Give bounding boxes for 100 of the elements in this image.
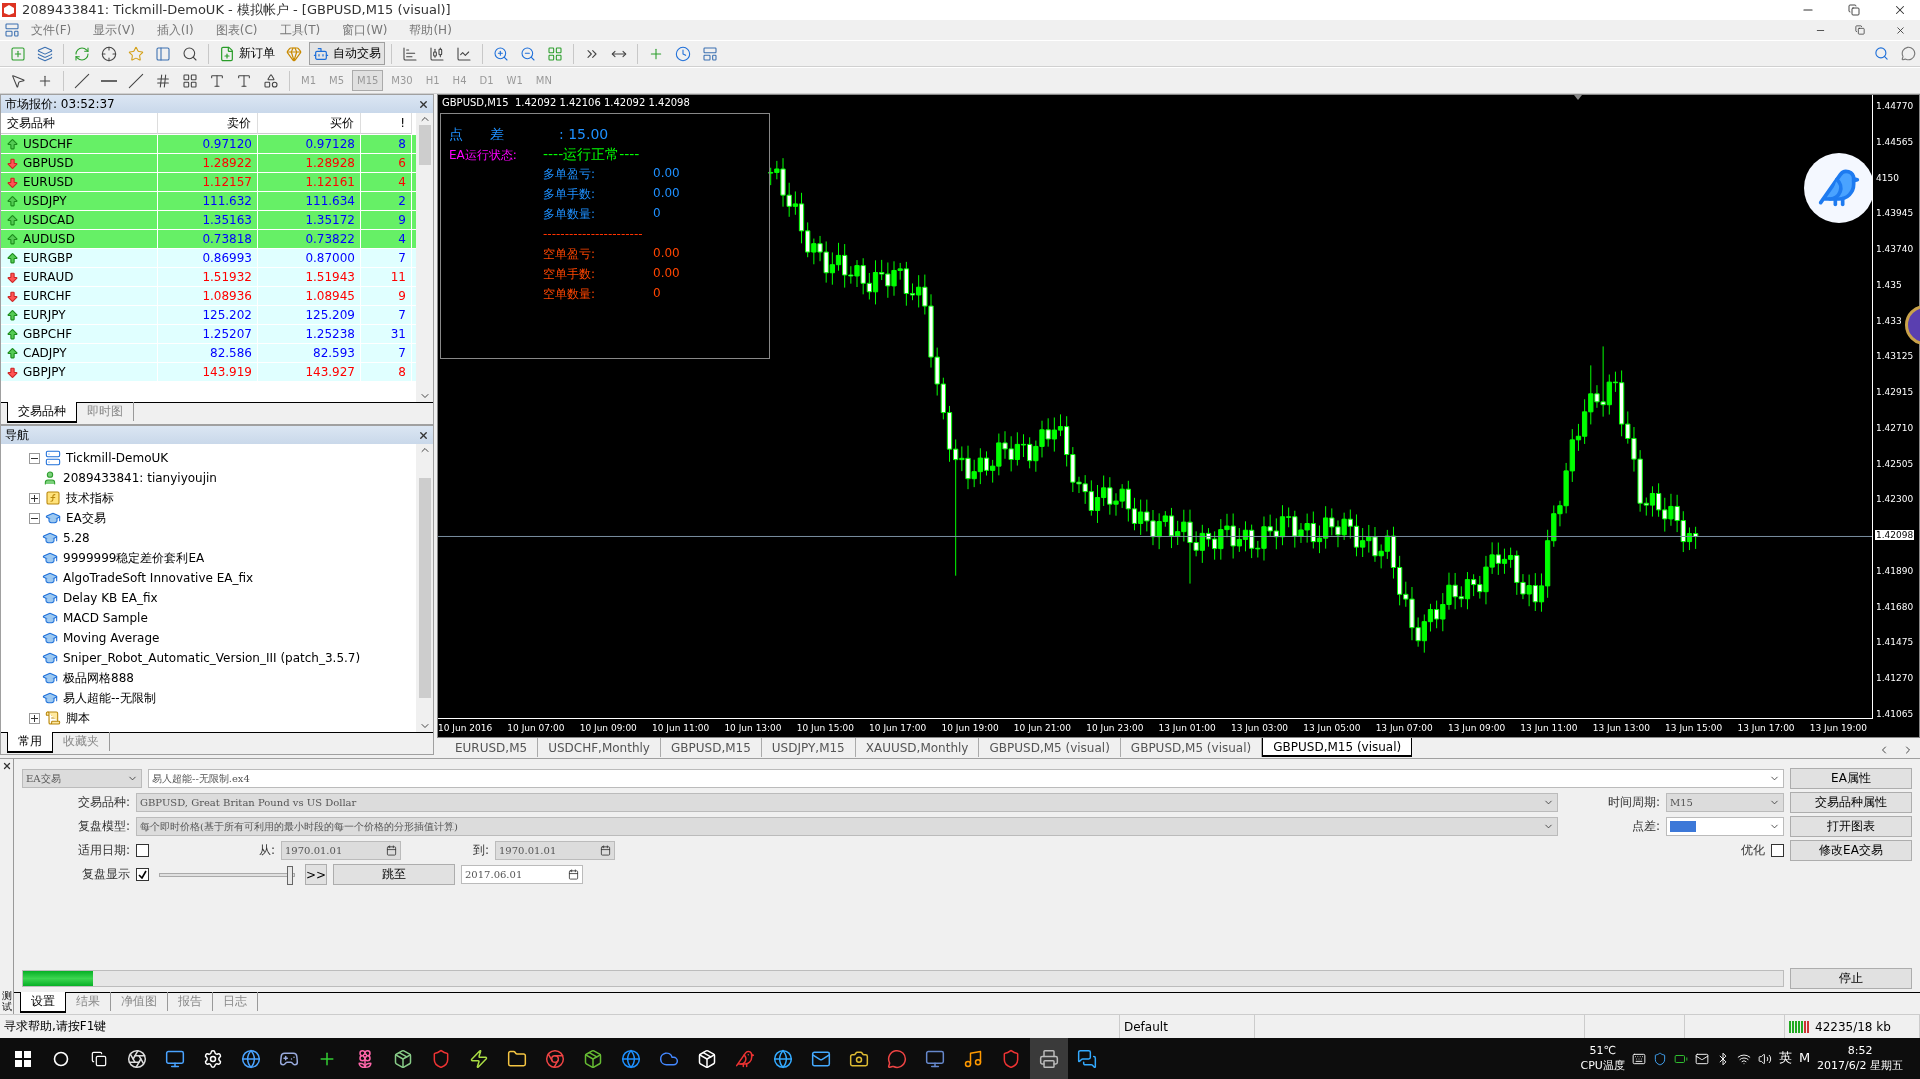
menu-item[interactable]: 图表(C)	[204, 21, 269, 39]
menu-item[interactable]: 工具(T)	[268, 21, 332, 39]
date-field[interactable]: 2017.06.01	[461, 865, 583, 884]
symbol-select[interactable]: GBPUSD, Great Britan Pound vs US Dollar	[136, 793, 1558, 812]
expert-type-select[interactable]: EA交易	[22, 769, 142, 788]
price-label: 1.41065	[1875, 708, 1915, 719]
status-value: ----运行正常----	[543, 146, 641, 164]
field-label: 时间周期:	[1606, 794, 1660, 811]
quote-row[interactable]: EURJPY 125.202 125.209 7	[1, 306, 416, 325]
stat-label: 空单数量:	[543, 286, 597, 303]
panel-title: 市场报价: 03:52:37	[5, 95, 115, 113]
tree-item[interactable]: 2089433841: tianyiyoujin	[63, 471, 217, 485]
tree-item[interactable]: Sniper_Robot_Automatic_Version_III (patch_3.5.7)	[63, 651, 361, 665]
column-header[interactable]: 交易品种	[1, 113, 158, 134]
open-chart-button[interactable]: 打开图表	[1790, 816, 1912, 837]
chart-tab[interactable]: USDCHF,Monthly	[538, 738, 661, 757]
menu-item[interactable]: 文件(F)	[20, 21, 83, 39]
quote-row[interactable]: GBPUSD 1.28922 1.28928 6	[1, 154, 416, 173]
quote-row[interactable]: EURCHF 1.08936 1.08945 9	[1, 287, 416, 306]
time-label: 13 Jun 13:00	[1592, 723, 1650, 733]
ime-mode-indicator[interactable]: M	[1798, 1050, 1811, 1067]
column-header[interactable]: 卖价	[158, 113, 258, 134]
goto-button[interactable]: 跳至	[333, 864, 455, 885]
ask-cell: 125.209	[258, 306, 361, 324]
new-order-button[interactable]: 新订单	[215, 42, 279, 65]
tree-item[interactable]: EA交易	[66, 509, 106, 527]
spread-cell: 6	[361, 154, 412, 172]
stat-label: 空单手数:	[543, 266, 597, 283]
symbol-text: USDCHF	[23, 137, 73, 151]
field-label: 适用日期:	[76, 842, 130, 859]
date-field[interactable]: 1970.01.01	[281, 841, 401, 860]
skip-button[interactable]: >>	[305, 864, 327, 885]
spread-label: 点 差	[449, 126, 505, 144]
time-label: 13 Jun 09:00	[1448, 723, 1506, 733]
clock[interactable]: 8:52 2017/6/2 星期五	[1817, 1044, 1903, 1073]
tab[interactable]: 交易品种	[7, 402, 77, 423]
tree-item[interactable]: 脚本	[66, 709, 90, 727]
ask-cell: 1.08945	[258, 287, 361, 305]
expert-select[interactable]: 易人超能--无限制.ex4	[148, 769, 1784, 788]
chart-tab[interactable]: USDJPY,M15	[761, 738, 856, 757]
time-label: 10 Jun 09:00	[579, 723, 637, 733]
column-header[interactable]: 买价	[258, 113, 361, 134]
tab[interactable]: 常用	[7, 732, 53, 753]
tree-item[interactable]: 9999999稳定差价套利EA	[63, 549, 205, 567]
period-select[interactable]: M15	[1666, 793, 1784, 812]
tree-item[interactable]: 极品网格888	[63, 669, 134, 687]
tree-item[interactable]: AlgoTradeSoft Innovative EA_fix	[63, 571, 254, 585]
menu-item[interactable]: 显示(V)	[82, 21, 146, 39]
spread-cell: 2	[361, 192, 412, 210]
column-header[interactable]: !	[361, 113, 412, 134]
quote-row[interactable]: EURGBP 0.86993 0.87000 7	[1, 249, 416, 268]
stat-value: 0	[653, 206, 662, 222]
tree-item[interactable]: 5.28	[63, 531, 90, 545]
chart-tab[interactable]: GBPUSD,M5 (visual)	[979, 738, 1121, 757]
price-label: 1.41270	[1875, 673, 1915, 683]
ime-indicator[interactable]: 英	[1778, 1050, 1792, 1067]
auto-trading-button[interactable]: 自动交易	[309, 42, 385, 65]
chart-tab[interactable]: EURUSD,M5	[445, 738, 539, 757]
expert-properties-button[interactable]: EA属性	[1790, 768, 1912, 789]
quote-row[interactable]: EURAUD 1.51932 1.51943 11	[1, 268, 416, 287]
menu-item[interactable]: 插入(I)	[145, 21, 205, 39]
tree-item[interactable]: 技术指标	[66, 489, 114, 507]
chart-tab[interactable]: GBPUSD,M15 (visual)	[1262, 738, 1413, 757]
tree-item[interactable]: 易人超能--无限制	[63, 689, 156, 707]
menu-item[interactable]: 窗口(W)	[331, 21, 399, 39]
status-text: 寻求帮助,请按F1键	[4, 1018, 107, 1035]
quote-row[interactable]: USDCHF 0.97120 0.97128 8	[1, 135, 416, 154]
spread-cell: 7	[361, 249, 412, 267]
bid-cell: 0.73818	[158, 230, 258, 248]
symbol-text: CADJPY	[23, 346, 67, 360]
quote-row[interactable]: USDJPY 111.632 111.634 2	[1, 192, 416, 211]
tab[interactable]: 设置	[20, 992, 66, 1013]
tree-item[interactable]: Delay KB EA_fix	[63, 591, 158, 605]
date-field[interactable]: 1970.01.01	[495, 841, 615, 860]
quote-row[interactable]: CADJPY 82.586 82.593 7	[1, 344, 416, 363]
symbol-text: USDCAD	[23, 213, 75, 227]
tree-item[interactable]: Moving Average	[63, 631, 160, 645]
quote-row[interactable]: GBPCHF 1.25207 1.25238 31	[1, 325, 416, 344]
stop-button[interactable]: 停止	[1790, 968, 1912, 989]
symbol-text: EURJPY	[23, 308, 66, 322]
field-label: 复盘模型:	[76, 818, 130, 835]
ask-cell: 1.28928	[258, 154, 361, 172]
price-label: 1.43740	[1875, 244, 1915, 254]
time-label: 13 Jun 05:00	[1303, 723, 1361, 733]
quote-row[interactable]: AUDUSD 0.73818 0.73822 4	[1, 230, 416, 249]
quote-row[interactable]: GBPJPY 143.919 143.927 8	[1, 363, 416, 382]
chart-tab[interactable]: XAUUSD,Monthly	[855, 738, 980, 757]
quote-row[interactable]: USDCAD 1.35163 1.35172 9	[1, 211, 416, 230]
chart-tab[interactable]: GBPUSD,M15	[660, 738, 762, 757]
time-label: 10 Jun 17:00	[869, 723, 927, 733]
symbol-properties-button[interactable]: 交易品种属性	[1790, 792, 1912, 813]
tree-item[interactable]: Tickmill-DemoUK	[66, 451, 169, 465]
model-select[interactable]: 每个即时价格(基于所有可利用的最小时段的每一个价格的分形插值计算)	[136, 817, 1558, 836]
quote-row[interactable]: EURUSD 1.12157 1.12161 4	[1, 173, 416, 192]
field-label: 到:	[471, 842, 489, 859]
ask-cell: 1.35172	[258, 211, 361, 229]
stat-value: 0	[653, 286, 662, 302]
tree-item[interactable]: MACD Sample	[63, 611, 148, 625]
modify-expert-button[interactable]: 修改EA交易	[1790, 840, 1912, 861]
menu-item[interactable]: 帮助(H)	[398, 21, 463, 39]
